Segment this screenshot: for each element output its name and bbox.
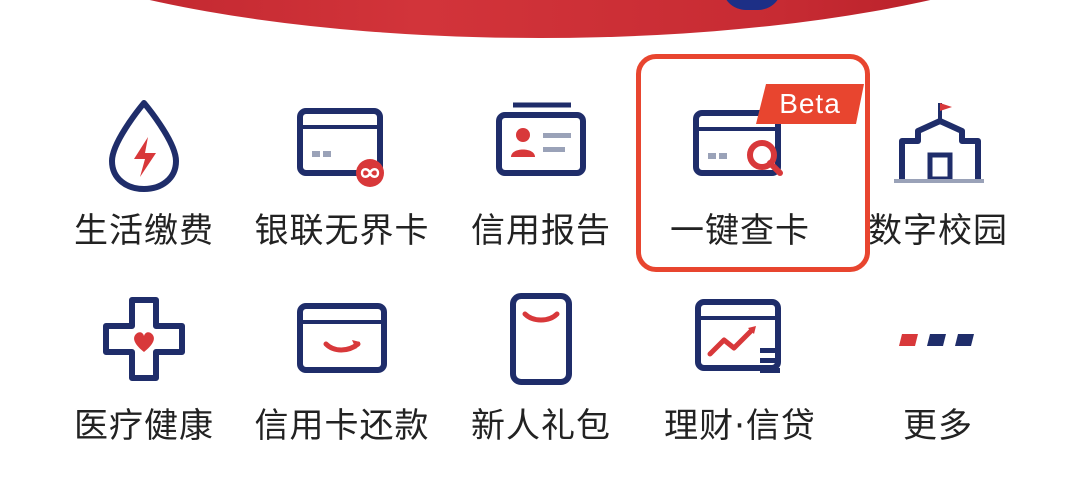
grid-item-new-user-gift[interactable]: 新人礼包 [441,290,641,470]
school-building-icon [894,103,984,183]
finance-chart-icon [695,299,781,373]
grid-item-label: 更多 [903,406,973,446]
beta-badge: Beta [756,84,864,124]
grid-item-utility-payment[interactable]: 生活缴费 [44,95,244,275]
more-dots-icon [899,334,974,346]
grid-item-label: 银联无界卡 [254,211,430,251]
grid-item-label: 信用卡还款 [254,406,430,446]
gift-pack-icon [510,293,572,385]
grid-item-label: 医疗健康 [74,406,214,446]
grid-item-label: 新人礼包 [471,406,611,446]
card-infinity-icon [297,108,384,187]
beta-label: Beta [779,88,841,119]
service-grid-screen: 生活缴费 银联无界卡 信用报告 一键查卡 数字校园 医疗健康 信用卡还款 新人礼… [0,0,1080,479]
medical-cross-heart-icon [103,297,185,381]
grid-item-finance-credit[interactable]: 理财·信贷 [640,290,840,470]
grid-item-label: 生活缴费 [74,211,214,251]
grid-item-credit-report[interactable]: 信用报告 [441,95,641,275]
grid-item-unionpay-card[interactable]: 银联无界卡 [242,95,442,275]
card-repay-icon [297,303,387,373]
id-card-icon [496,102,586,176]
grid-item-label: 信用报告 [471,211,611,251]
grid-item-label: 理财·信贷 [664,406,816,446]
top-banner [0,0,1080,38]
grid-item-more[interactable]: 更多 [838,290,1038,470]
grid-item-card-repayment[interactable]: 信用卡还款 [242,290,442,470]
grid-item-medical-health[interactable]: 医疗健康 [44,290,244,470]
water-drop-lightning-icon [109,100,179,192]
